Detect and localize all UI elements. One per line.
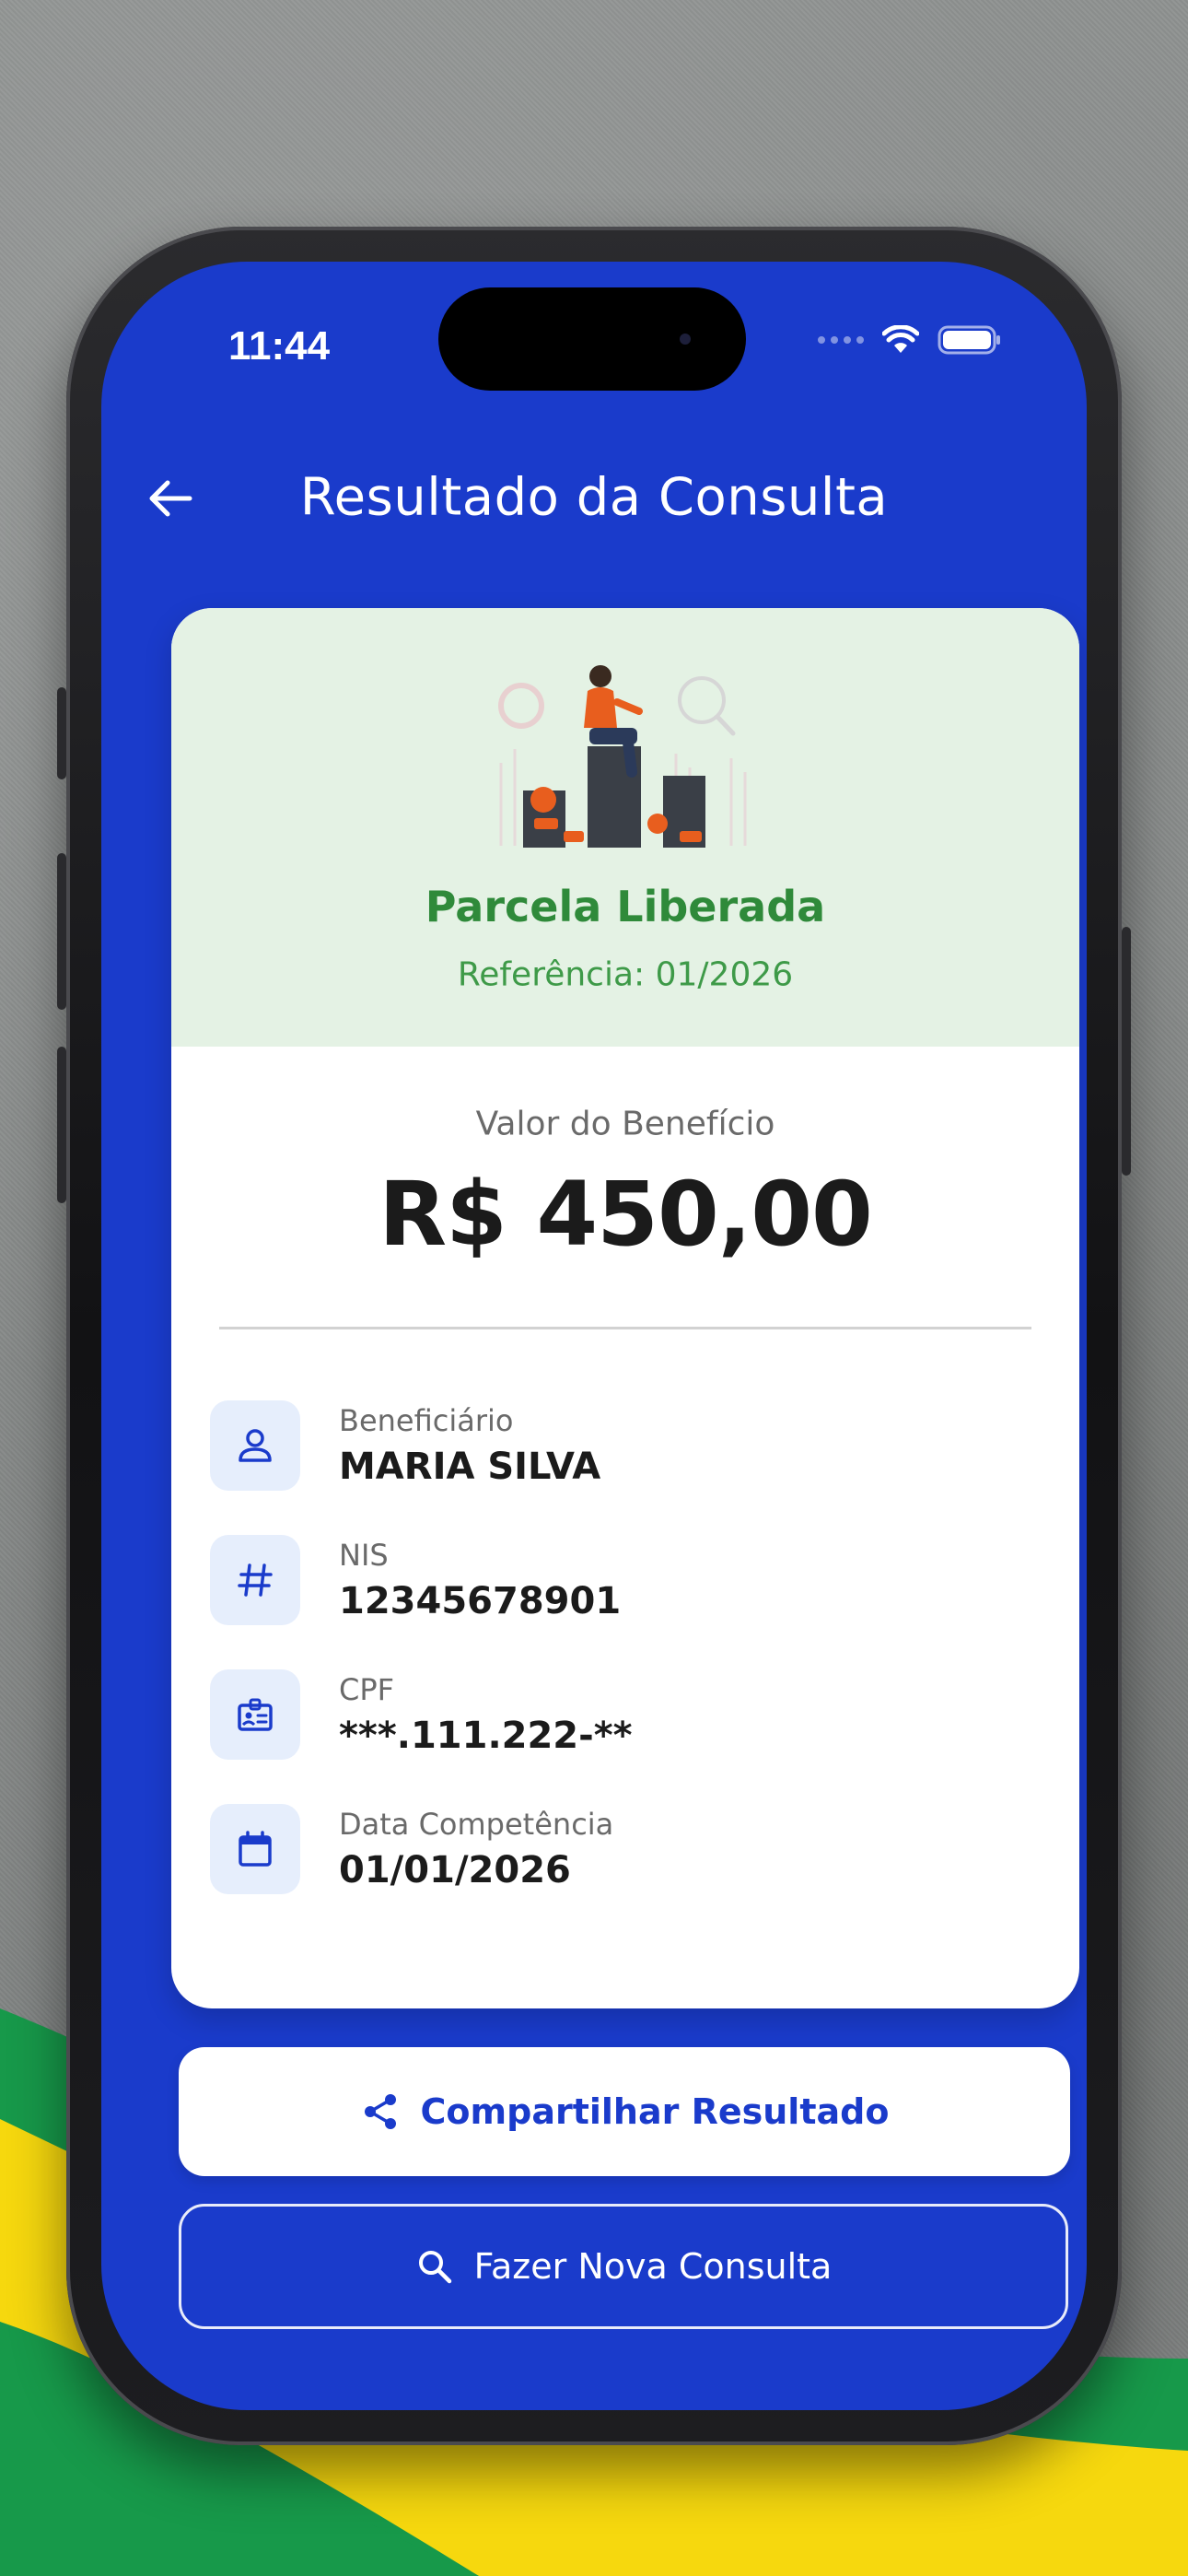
calendar-icon [239,1831,272,1867]
detail-icon-box [210,1400,300,1491]
phone-side-button [57,1047,66,1203]
divider [219,1327,1031,1329]
battery-icon [938,325,1000,355]
app-screen: 11:44 Resultado da Consulta Parcela Libe… [101,262,1087,2410]
detail-icon-box [210,1804,300,1894]
share-result-button[interactable]: Compartilhar Resultado [179,2047,1070,2176]
detail-value: 12345678901 [339,1580,622,1622]
dynamic-island [438,287,746,391]
status-icons [818,324,1002,356]
status-title: Parcela Liberada [425,882,826,931]
new-query-button[interactable]: Fazer Nova Consulta [179,2204,1068,2329]
new-query-label: Fazer Nova Consulta [473,2246,833,2287]
detail-label: Beneficiário [339,1403,514,1438]
phone-side-button [57,853,66,1010]
user-icon [239,1429,272,1462]
status-banner: Parcela Liberada Referência: 01/2026 [171,608,1079,1047]
detail-label: NIS [339,1538,389,1573]
person-on-chart-illustration [498,665,747,848]
wifi-icon [882,325,919,353]
phone-frame: 11:44 Resultado da Consulta Parcela Libe… [57,227,1131,2445]
share-result-label: Compartilhar Resultado [420,2091,890,2132]
camera-dot [680,334,691,345]
detail-icon-box [210,1535,300,1625]
detail-row-date: Data Competência 01/01/2026 [210,1804,1041,1896]
benefit-value-amount: R$ 450,00 [379,1163,873,1266]
phone-side-button [57,687,66,779]
detail-value: MARIA SILVA [339,1446,601,1488]
detail-label: Data Competência [339,1807,614,1842]
detail-value: ***.111.222-** [339,1715,633,1757]
share-icon [364,2094,396,2129]
page-title: Resultado da Consulta [299,467,889,528]
app-header: Resultado da Consulta [101,446,1087,547]
benefit-value-label: Valor do Benefício [475,1105,775,1143]
detail-row-beneficiary: Beneficiário MARIA SILVA [210,1400,1041,1493]
detail-value: 01/01/2026 [339,1849,571,1891]
detail-row-cpf: CPF ***.111.222-** [210,1669,1041,1762]
signal-icon [818,336,864,344]
detail-label: CPF [339,1672,395,1707]
detail-icon-box [210,1669,300,1760]
hash-icon [238,1563,273,1597]
result-card: Parcela Liberada Referência: 01/2026 Val… [171,608,1079,2008]
id-card-icon [238,1698,273,1731]
detail-row-nis: NIS 12345678901 [210,1535,1041,1627]
status-time: 11:44 [228,323,331,369]
status-reference: Referência: 01/2026 [457,955,794,994]
search-icon [418,2251,451,2284]
phone-side-button [1122,927,1131,1176]
